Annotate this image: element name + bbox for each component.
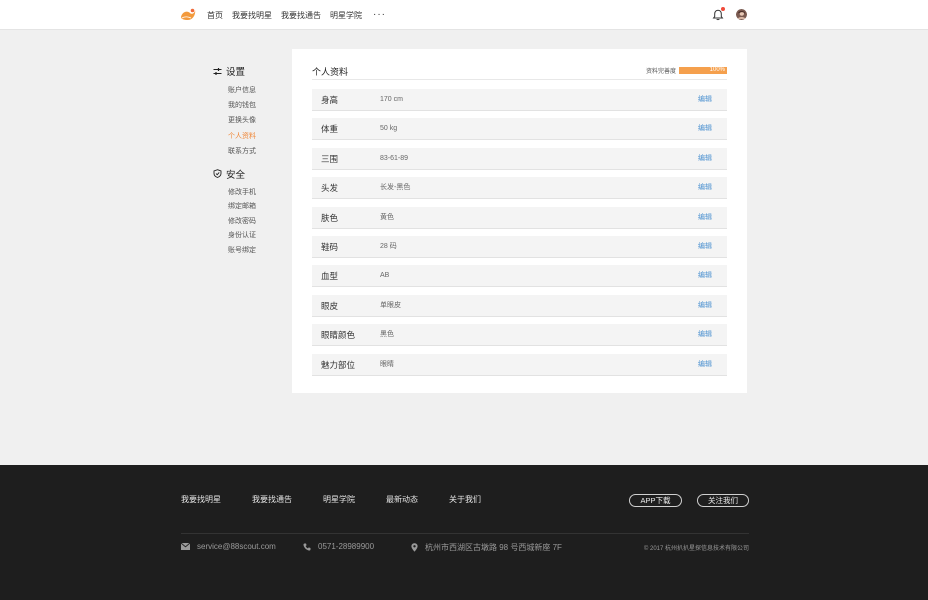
profile-list: 身高 170 cm 编辑 体重 50 kg 编辑 三围 83-61-89 编辑 头发 长发-黑色 编辑… bbox=[312, 89, 727, 383]
phone-icon bbox=[303, 543, 311, 551]
profile-row-label: 血型 bbox=[321, 271, 339, 282]
footer-address: 杭州市西湖区古墩路 98 号西城新座 7F bbox=[411, 542, 562, 553]
edit-button[interactable]: 编辑 bbox=[698, 177, 712, 199]
settings-title-label: 设置 bbox=[226, 67, 246, 78]
profile-row: 血型 AB 编辑 bbox=[312, 265, 727, 288]
sidebar-item-account-info[interactable]: 账户信息 bbox=[228, 83, 283, 98]
edit-button[interactable]: 编辑 bbox=[698, 295, 712, 317]
settings-group: 设置 账户信息 我的钱包 更换头像 个人资料 联系方式 bbox=[213, 64, 283, 159]
sidebar-item-wallet[interactable]: 我的钱包 bbox=[228, 98, 283, 113]
edit-button[interactable]: 编辑 bbox=[698, 354, 712, 376]
logo-icon[interactable] bbox=[180, 8, 196, 21]
footer-address-text: 杭州市西湖区古墩路 98 号西城新座 7F bbox=[425, 543, 562, 552]
edit-button[interactable]: 编辑 bbox=[698, 118, 712, 140]
completion-indicator: 资料完善度 100% bbox=[646, 66, 727, 75]
settings-sidebar: 设置 账户信息 我的钱包 更换头像 个人资料 联系方式 安全 修改手机 绑定邮箱… bbox=[213, 64, 283, 258]
profile-row-label: 头发 bbox=[321, 183, 339, 194]
settings-title: 设置 bbox=[213, 64, 283, 78]
completion-percent: 100% bbox=[709, 67, 725, 73]
footer: 我要找明星 我要找通告 明星学院 最新动态 关于我们 APP下载 关注我们 se… bbox=[0, 465, 928, 600]
footer-divider bbox=[181, 533, 749, 534]
nav-star-academy[interactable]: 明星学院 bbox=[330, 10, 362, 21]
sidebar-item-profile[interactable]: 个人资料 bbox=[228, 129, 283, 144]
sidebar-item-change-password[interactable]: 修改密码 bbox=[228, 215, 283, 230]
edit-button[interactable]: 编辑 bbox=[698, 324, 712, 346]
profile-row-value: 单眼皮 bbox=[380, 301, 401, 309]
footer-link-academy[interactable]: 明星学院 bbox=[323, 494, 355, 505]
edit-button[interactable]: 编辑 bbox=[698, 236, 712, 258]
nav-more-icon[interactable]: ··· bbox=[373, 10, 386, 20]
profile-row-value: 50 kg bbox=[380, 125, 398, 133]
profile-row-label: 魅力部位 bbox=[321, 359, 356, 370]
profile-row-value: 黑色 bbox=[380, 331, 394, 339]
footer-link-about[interactable]: 关于我们 bbox=[449, 494, 481, 505]
avatar[interactable] bbox=[736, 9, 747, 20]
profile-row-value: AB bbox=[380, 272, 390, 280]
profile-row-value: 黄色 bbox=[380, 213, 394, 221]
completion-progress-bar: 100% bbox=[679, 67, 727, 74]
profile-row-label: 体重 bbox=[321, 124, 339, 135]
sidebar-item-change-avatar[interactable]: 更换头像 bbox=[228, 113, 283, 128]
profile-row-label: 身高 bbox=[321, 95, 339, 105]
page-title: 个人资料 bbox=[312, 67, 349, 77]
profile-row: 身高 170 cm 编辑 bbox=[312, 89, 727, 111]
security-group: 安全 修改手机 绑定邮箱 修改密码 身份认证 账号绑定 bbox=[213, 167, 283, 259]
profile-row-value: 长发-黑色 bbox=[380, 184, 411, 192]
footer-link-news[interactable]: 最新动态 bbox=[386, 494, 418, 505]
sliders-icon bbox=[213, 67, 222, 75]
copyright: © 2017 杭州扒扒星探信息技术有限公司 bbox=[643, 546, 749, 552]
profile-row: 魅力部位 眼睛 编辑 bbox=[312, 353, 727, 376]
sidebar-item-identity[interactable]: 身份认证 bbox=[228, 229, 283, 244]
edit-button[interactable]: 编辑 bbox=[698, 207, 712, 229]
footer-links: 我要找明星 我要找通告 明星学院 最新动态 关于我们 bbox=[181, 494, 512, 505]
title-divider bbox=[312, 79, 727, 80]
location-pin-icon bbox=[411, 543, 418, 552]
main-nav: 首页 我要找明星 我要找通告 明星学院 ··· bbox=[207, 0, 386, 30]
security-title-label: 安全 bbox=[226, 169, 246, 181]
sidebar-item-bind-email[interactable]: 绑定邮箱 bbox=[228, 200, 283, 215]
security-title: 安全 bbox=[213, 167, 283, 181]
profile-panel: 个人资料 资料完善度 100% 身高 170 cm 编辑 体重 50 kg 编辑 三围 83-… bbox=[292, 49, 747, 393]
profile-row-value: 83-61-89 bbox=[380, 154, 409, 162]
footer-email-text[interactable]: service@88scout.com bbox=[197, 542, 276, 551]
completion-label: 资料完善度 bbox=[645, 69, 676, 75]
profile-row-value: 眼睛 bbox=[380, 360, 394, 368]
app-download-button[interactable]: APP下载 bbox=[629, 494, 682, 507]
footer-phone-text: 0571-28989900 bbox=[318, 542, 375, 551]
profile-row: 体重 50 kg 编辑 bbox=[312, 118, 727, 141]
edit-button[interactable]: 编辑 bbox=[698, 148, 712, 170]
profile-row-label: 眼皮 bbox=[321, 300, 339, 311]
profile-row-value: 170 cm bbox=[380, 96, 403, 103]
profile-row: 眼睛颜色 黑色 编辑 bbox=[312, 324, 727, 347]
profile-row-value: 28 码 bbox=[380, 242, 397, 250]
profile-row: 三围 83-61-89 编辑 bbox=[312, 147, 727, 170]
profile-row-label: 肤色 bbox=[321, 212, 339, 223]
shield-icon bbox=[213, 169, 222, 179]
profile-row: 肤色 黄色 编辑 bbox=[312, 206, 727, 229]
nav-home[interactable]: 首页 bbox=[207, 10, 223, 21]
profile-row: 头发 长发-黑色 编辑 bbox=[312, 177, 727, 200]
profile-row: 眼皮 单眼皮 编辑 bbox=[312, 294, 727, 317]
top-header: 首页 我要找明星 我要找通告 明星学院 ··· bbox=[0, 0, 928, 30]
footer-link-find-notice[interactable]: 我要找通告 bbox=[252, 494, 292, 505]
follow-us-button[interactable]: 关注我们 bbox=[697, 494, 749, 507]
sidebar-item-change-phone[interactable]: 修改手机 bbox=[228, 186, 283, 201]
mail-icon bbox=[181, 543, 190, 550]
nav-find-star[interactable]: 我要找明星 bbox=[232, 10, 272, 21]
notification-dot bbox=[721, 7, 725, 11]
footer-link-find-star[interactable]: 我要找明星 bbox=[181, 494, 221, 505]
edit-button[interactable]: 编辑 bbox=[698, 265, 712, 287]
profile-row-label: 鞋码 bbox=[321, 241, 339, 252]
nav-find-notice[interactable]: 我要找通告 bbox=[281, 10, 321, 21]
profile-row-label: 三围 bbox=[321, 153, 339, 164]
sidebar-item-account-binding[interactable]: 账号绑定 bbox=[228, 244, 283, 259]
profile-row-label: 眼睛颜色 bbox=[321, 330, 356, 341]
profile-row: 鞋码 28 码 编辑 bbox=[312, 235, 727, 258]
sidebar-item-contact[interactable]: 联系方式 bbox=[228, 144, 283, 159]
footer-email: service@88scout.com bbox=[181, 542, 276, 551]
edit-button[interactable]: 编辑 bbox=[698, 89, 712, 111]
footer-phone: 0571-28989900 bbox=[303, 542, 374, 551]
